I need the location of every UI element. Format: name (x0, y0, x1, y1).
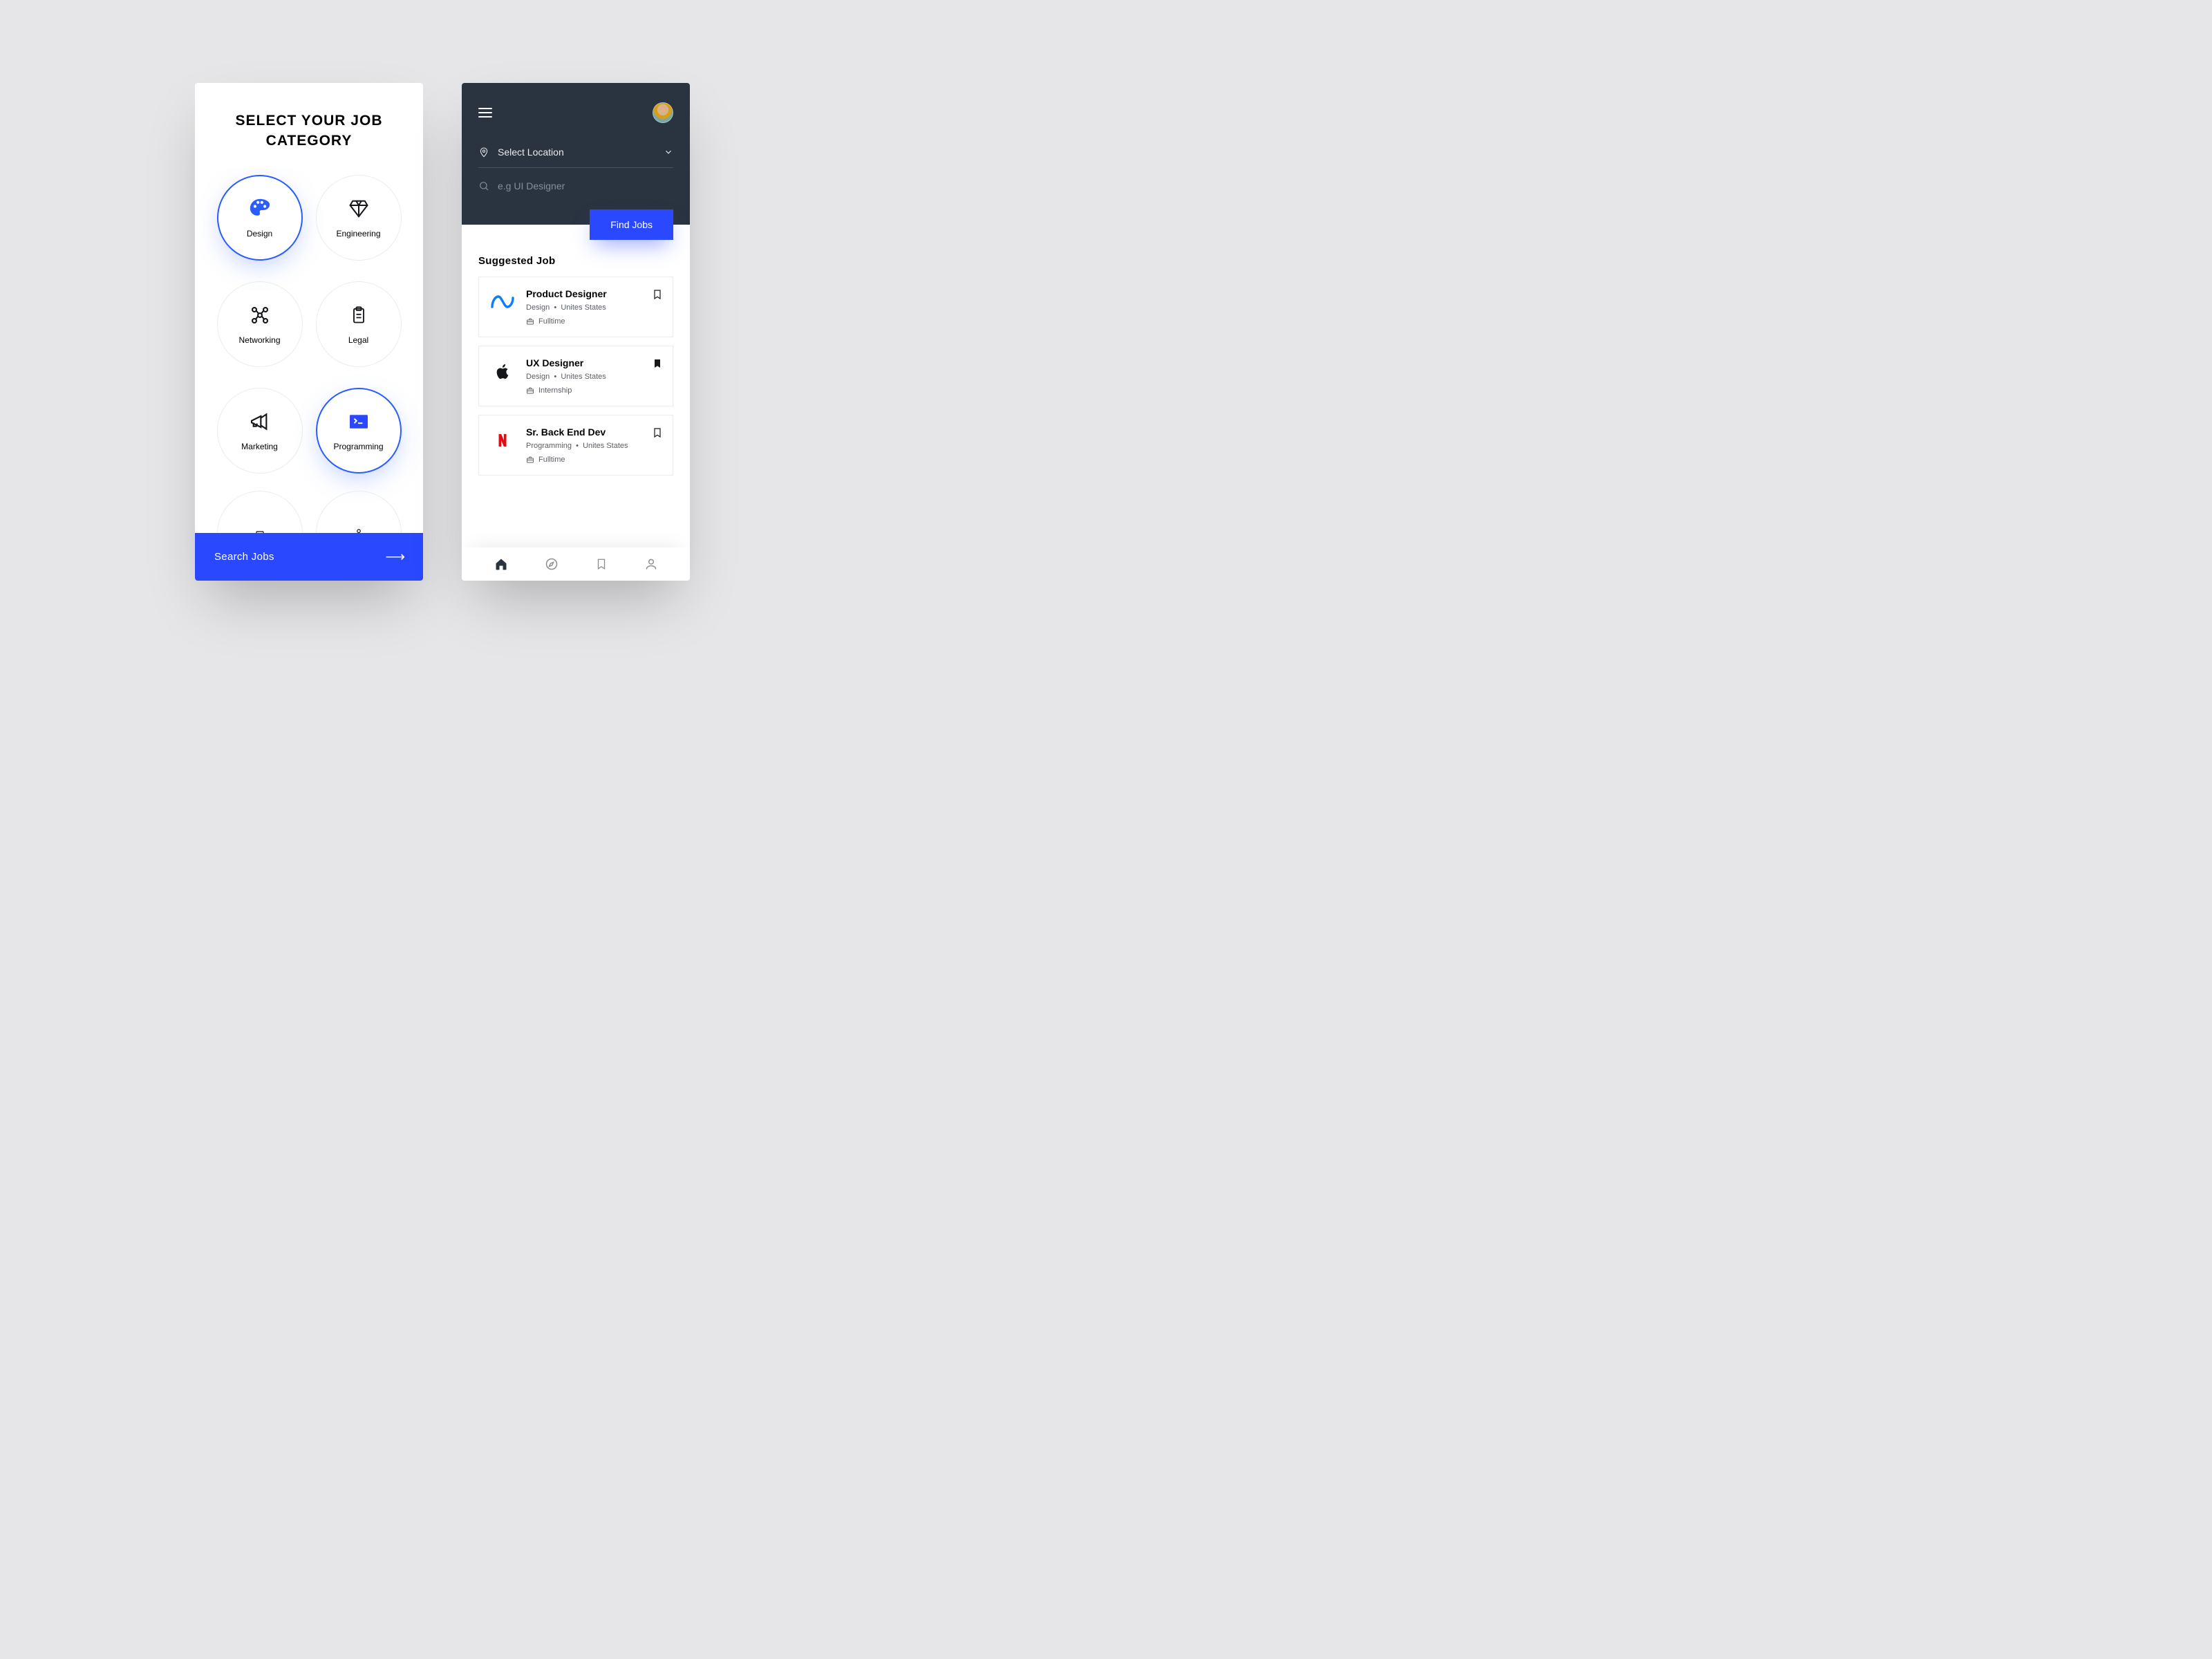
terminal-icon (347, 410, 371, 433)
category-grid: Design Engineering Networking (195, 168, 423, 581)
arrow-right-icon: ⟶ (385, 548, 404, 565)
job-card[interactable]: Product Designer Design • Unites States … (478, 276, 673, 337)
bookmark-icon[interactable] (652, 288, 663, 301)
chevron-down-icon (664, 147, 673, 157)
avatar[interactable] (653, 102, 673, 123)
tab-bar (462, 547, 690, 581)
search-icon (478, 180, 489, 191)
tab-bookmarks[interactable] (595, 557, 608, 571)
briefcase-icon (526, 386, 534, 395)
search-input[interactable]: e.g UI Designer (478, 168, 673, 191)
job-card[interactable]: Sr. Back End Dev Programming • Unites St… (478, 415, 673, 476)
category-marketing[interactable]: Marketing (216, 388, 303, 478)
category-engineering[interactable]: Engineering (315, 175, 402, 265)
briefcase-icon (526, 456, 534, 464)
nodes-icon (248, 303, 272, 327)
megaphone-icon (248, 410, 272, 433)
category-select-screen: SELECT YOUR JOB CATEGORY Design Engineer… (195, 83, 423, 581)
category-networking[interactable]: Networking (216, 281, 303, 371)
tab-profile[interactable] (644, 557, 658, 571)
category-legal[interactable]: Legal (315, 281, 402, 371)
section-title: Suggested Job (478, 255, 673, 267)
meta-logo-icon (489, 288, 516, 316)
clipboard-icon (347, 303, 371, 327)
bookmark-icon[interactable] (652, 427, 663, 439)
menu-icon[interactable] (478, 108, 492, 118)
location-select[interactable]: Select Location (478, 142, 673, 168)
diamond-icon (347, 197, 371, 221)
apple-logo-icon (489, 357, 516, 385)
palette-icon (248, 197, 272, 221)
page-title: SELECT YOUR JOB CATEGORY (195, 83, 423, 168)
category-design[interactable]: Design (216, 175, 303, 265)
job-listing-screen: Select Location e.g UI Designer Find Job… (462, 83, 690, 581)
briefcase-icon (526, 317, 534, 326)
job-card[interactable]: UX Designer Design • Unites States Inter… (478, 346, 673, 406)
search-header: Select Location e.g UI Designer Find Job… (462, 83, 690, 225)
category-programming[interactable]: Programming (315, 388, 402, 478)
search-jobs-button[interactable]: Search Jobs ⟶ (195, 533, 423, 581)
find-jobs-button[interactable]: Find Jobs (590, 209, 673, 240)
pin-icon (478, 147, 489, 158)
bookmark-icon[interactable] (652, 357, 663, 370)
tab-explore[interactable] (545, 557, 559, 571)
tab-home[interactable] (494, 557, 508, 571)
netflix-logo-icon (489, 427, 516, 454)
